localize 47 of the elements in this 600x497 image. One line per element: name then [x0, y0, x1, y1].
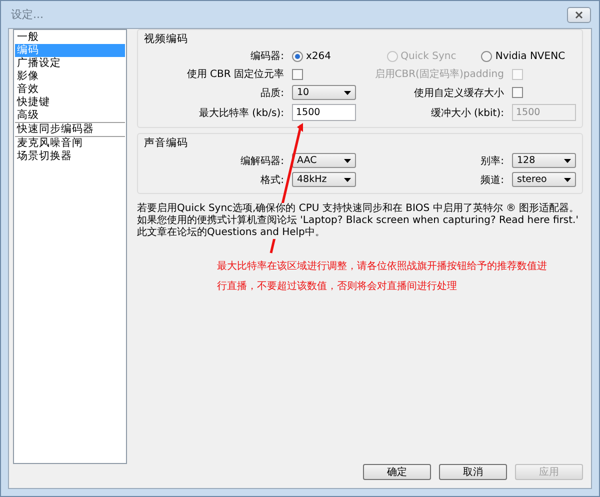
category-item[interactable]: 广播设定 — [15, 57, 125, 70]
group-title: 声音编码 — [144, 136, 189, 150]
dropdown-arrow-icon — [344, 178, 351, 182]
annotation-text: 最大比特率在该区域进行调整，请各位依照战旗开播按钮给予的推荐数值进 — [217, 260, 547, 273]
dropdown-arrow-icon — [564, 158, 571, 162]
radio-button[interactable] — [481, 50, 492, 62]
field-label: 编解码器: — [240, 154, 284, 168]
close-icon — [575, 10, 583, 18]
radio-button[interactable] — [292, 50, 303, 62]
checkbox[interactable] — [292, 68, 303, 80]
dropdown[interactable]: 128 — [512, 153, 576, 168]
dropdown[interactable]: AAC — [292, 153, 356, 168]
dropdown[interactable]: stereo — [512, 172, 576, 187]
annotation-text: 行直播，不要超过该数值，否则将会对直播间进行处理 — [217, 280, 458, 293]
category-item[interactable]: 一般 — [15, 31, 125, 44]
group-title: 视频编码 — [144, 32, 189, 46]
checkbox[interactable] — [512, 87, 523, 98]
window-title: 设定... — [11, 7, 44, 22]
category-item[interactable]: 快捷键 — [15, 96, 125, 109]
dialog-button[interactable]: 确定 — [363, 464, 431, 480]
category-item[interactable]: 快速同步编码器 — [15, 123, 125, 137]
category-item[interactable]: 高级 — [15, 109, 125, 123]
checkbox-label: 使用自定义缓存大小 — [414, 86, 504, 100]
close-button[interactable] — [567, 6, 591, 22]
category-item[interactable]: 影像 — [15, 70, 125, 83]
field-label: 编码器: — [250, 49, 284, 63]
category-item[interactable]: 场景切换器 — [15, 150, 125, 163]
dropdown-arrow-icon — [564, 178, 571, 182]
field-label: 品质: — [260, 86, 284, 100]
dropdown[interactable]: 48kHz — [292, 172, 356, 187]
radio-label: x264 — [306, 50, 332, 62]
radio-label: Quick Sync — [400, 50, 456, 62]
dropdown-arrow-icon — [344, 158, 351, 162]
field-label: 频道: — [480, 172, 504, 186]
dropdown[interactable]: 10 — [292, 85, 356, 100]
dialog-button[interactable]: 取消 — [439, 464, 507, 480]
field-label: 缓冲大小 (kbit): — [430, 106, 504, 120]
checkbox-label: 使用 CBR 固定位元率 — [186, 67, 284, 81]
field-label: 别率: — [480, 154, 504, 168]
category-item[interactable]: 麦克风噪音闸 — [15, 137, 125, 150]
field-label: 最大比特率 (kb/s): — [198, 106, 284, 120]
field-label: 格式: — [260, 172, 284, 186]
checkbox-label: 启用CBR(固定码率)padding — [374, 67, 504, 81]
input-field[interactable]: 1500 — [292, 104, 356, 121]
radio-label: Nvidia NVENC — [495, 50, 566, 62]
dropdown-arrow-icon — [344, 90, 351, 94]
category-item[interactable]: 音效 — [15, 83, 125, 96]
